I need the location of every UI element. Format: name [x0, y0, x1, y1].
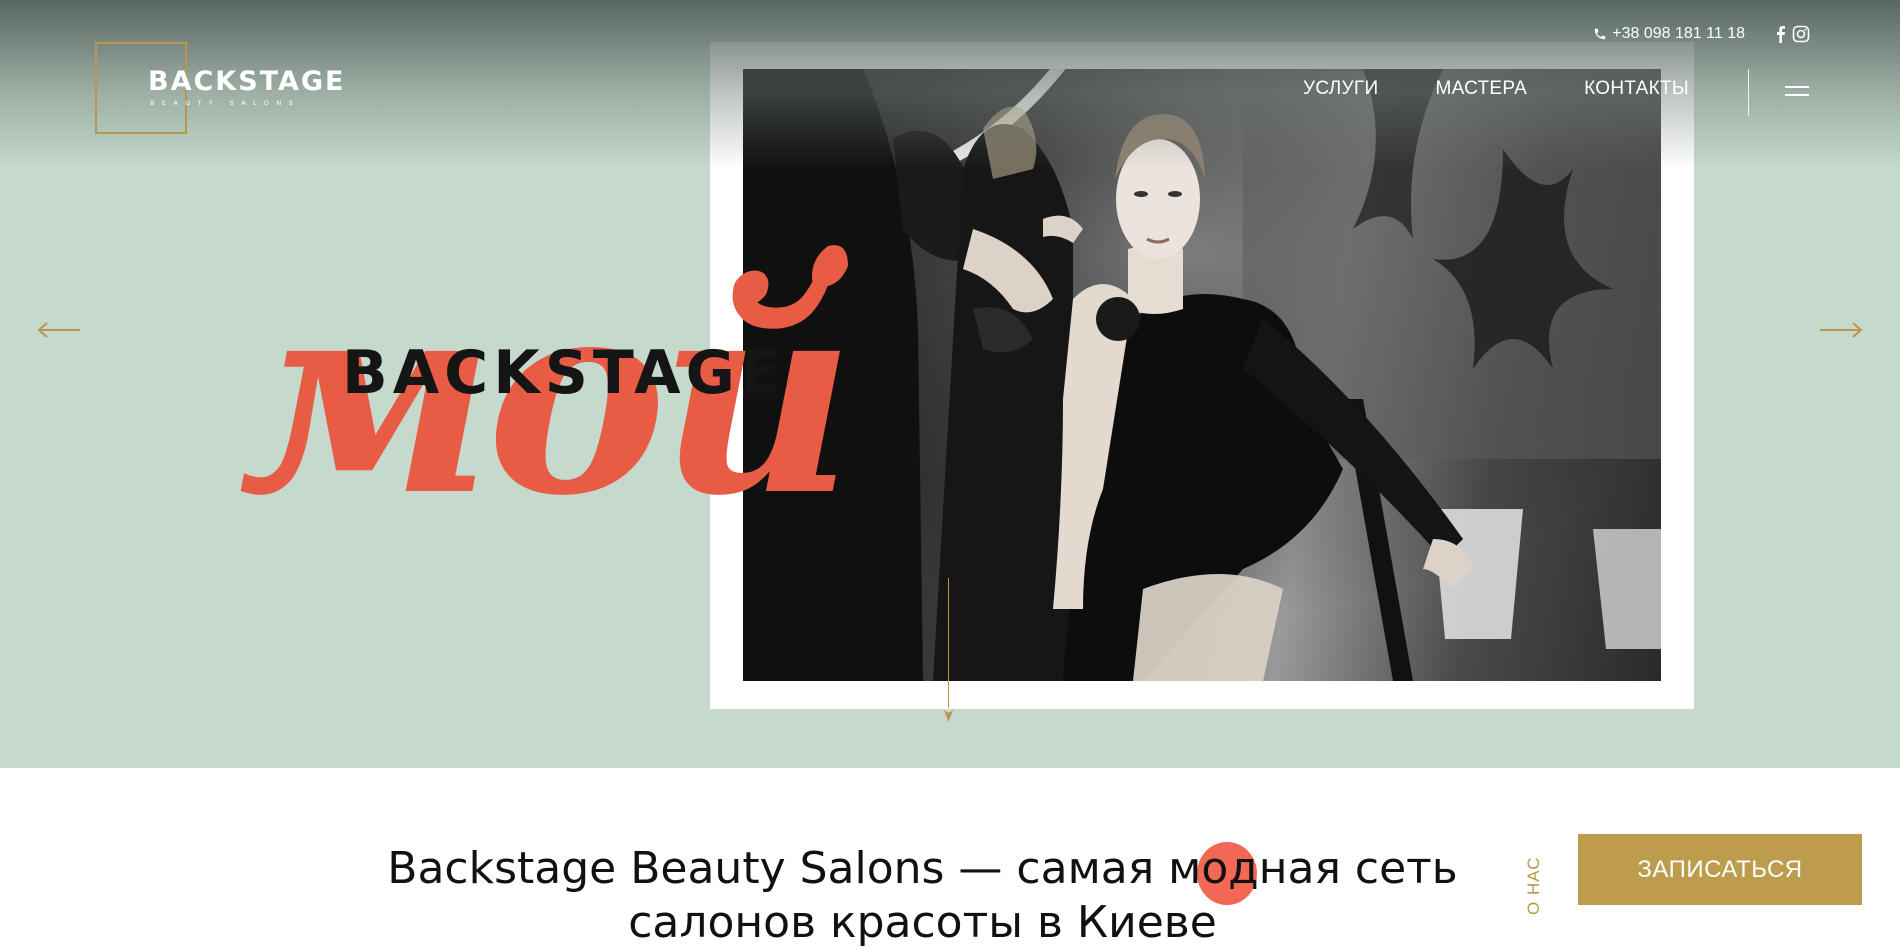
instagram-icon[interactable]	[1792, 25, 1810, 43]
social-links	[1769, 25, 1810, 43]
nav-item-services[interactable]: УСЛУГИ	[1303, 78, 1378, 100]
intro-line-1: Backstage Beauty Salons — самая модная с…	[387, 843, 1458, 894]
intro-heading: Backstage Beauty Salons — самая модная с…	[380, 842, 1465, 950]
nav-item-contacts[interactable]: КОНТАКТЫ	[1584, 78, 1689, 100]
about-label[interactable]: О НАС	[1524, 857, 1544, 915]
book-appointment-button[interactable]: ЗАПИСАТЬСЯ	[1578, 834, 1862, 905]
main-nav: УСЛУГИ МАСТЕРА КОНТАКТЫ	[1303, 78, 1689, 100]
scroll-down-arrow-icon	[944, 710, 953, 722]
hero-section: BACKSTAGE BEAUTY SALONS +38 098 181 11 1…	[0, 0, 1900, 768]
hero-photo	[743, 69, 1661, 681]
slider-next-arrow[interactable]	[1819, 322, 1863, 343]
scroll-down-line[interactable]	[948, 578, 949, 708]
topbar: +38 098 181 11 18	[1593, 25, 1810, 43]
phone-number: +38 098 181 11 18	[1612, 25, 1745, 42]
intro-line-2: салонов красоты в Киеве	[628, 897, 1217, 948]
logo-subtitle: BEAUTY SALONS	[150, 99, 301, 107]
nav-item-masters[interactable]: МАСТЕРА	[1435, 78, 1527, 100]
nav-divider	[1748, 69, 1749, 116]
hero-word: BACKSTAGE	[342, 338, 786, 408]
slider-prev-arrow[interactable]	[37, 322, 81, 343]
logo-title: BACKSTAGE	[148, 66, 346, 97]
phone-icon	[1595, 28, 1606, 40]
facebook-icon[interactable]	[1775, 25, 1786, 43]
phone-link[interactable]: +38 098 181 11 18	[1593, 25, 1745, 43]
hamburger-icon[interactable]	[1785, 84, 1809, 98]
